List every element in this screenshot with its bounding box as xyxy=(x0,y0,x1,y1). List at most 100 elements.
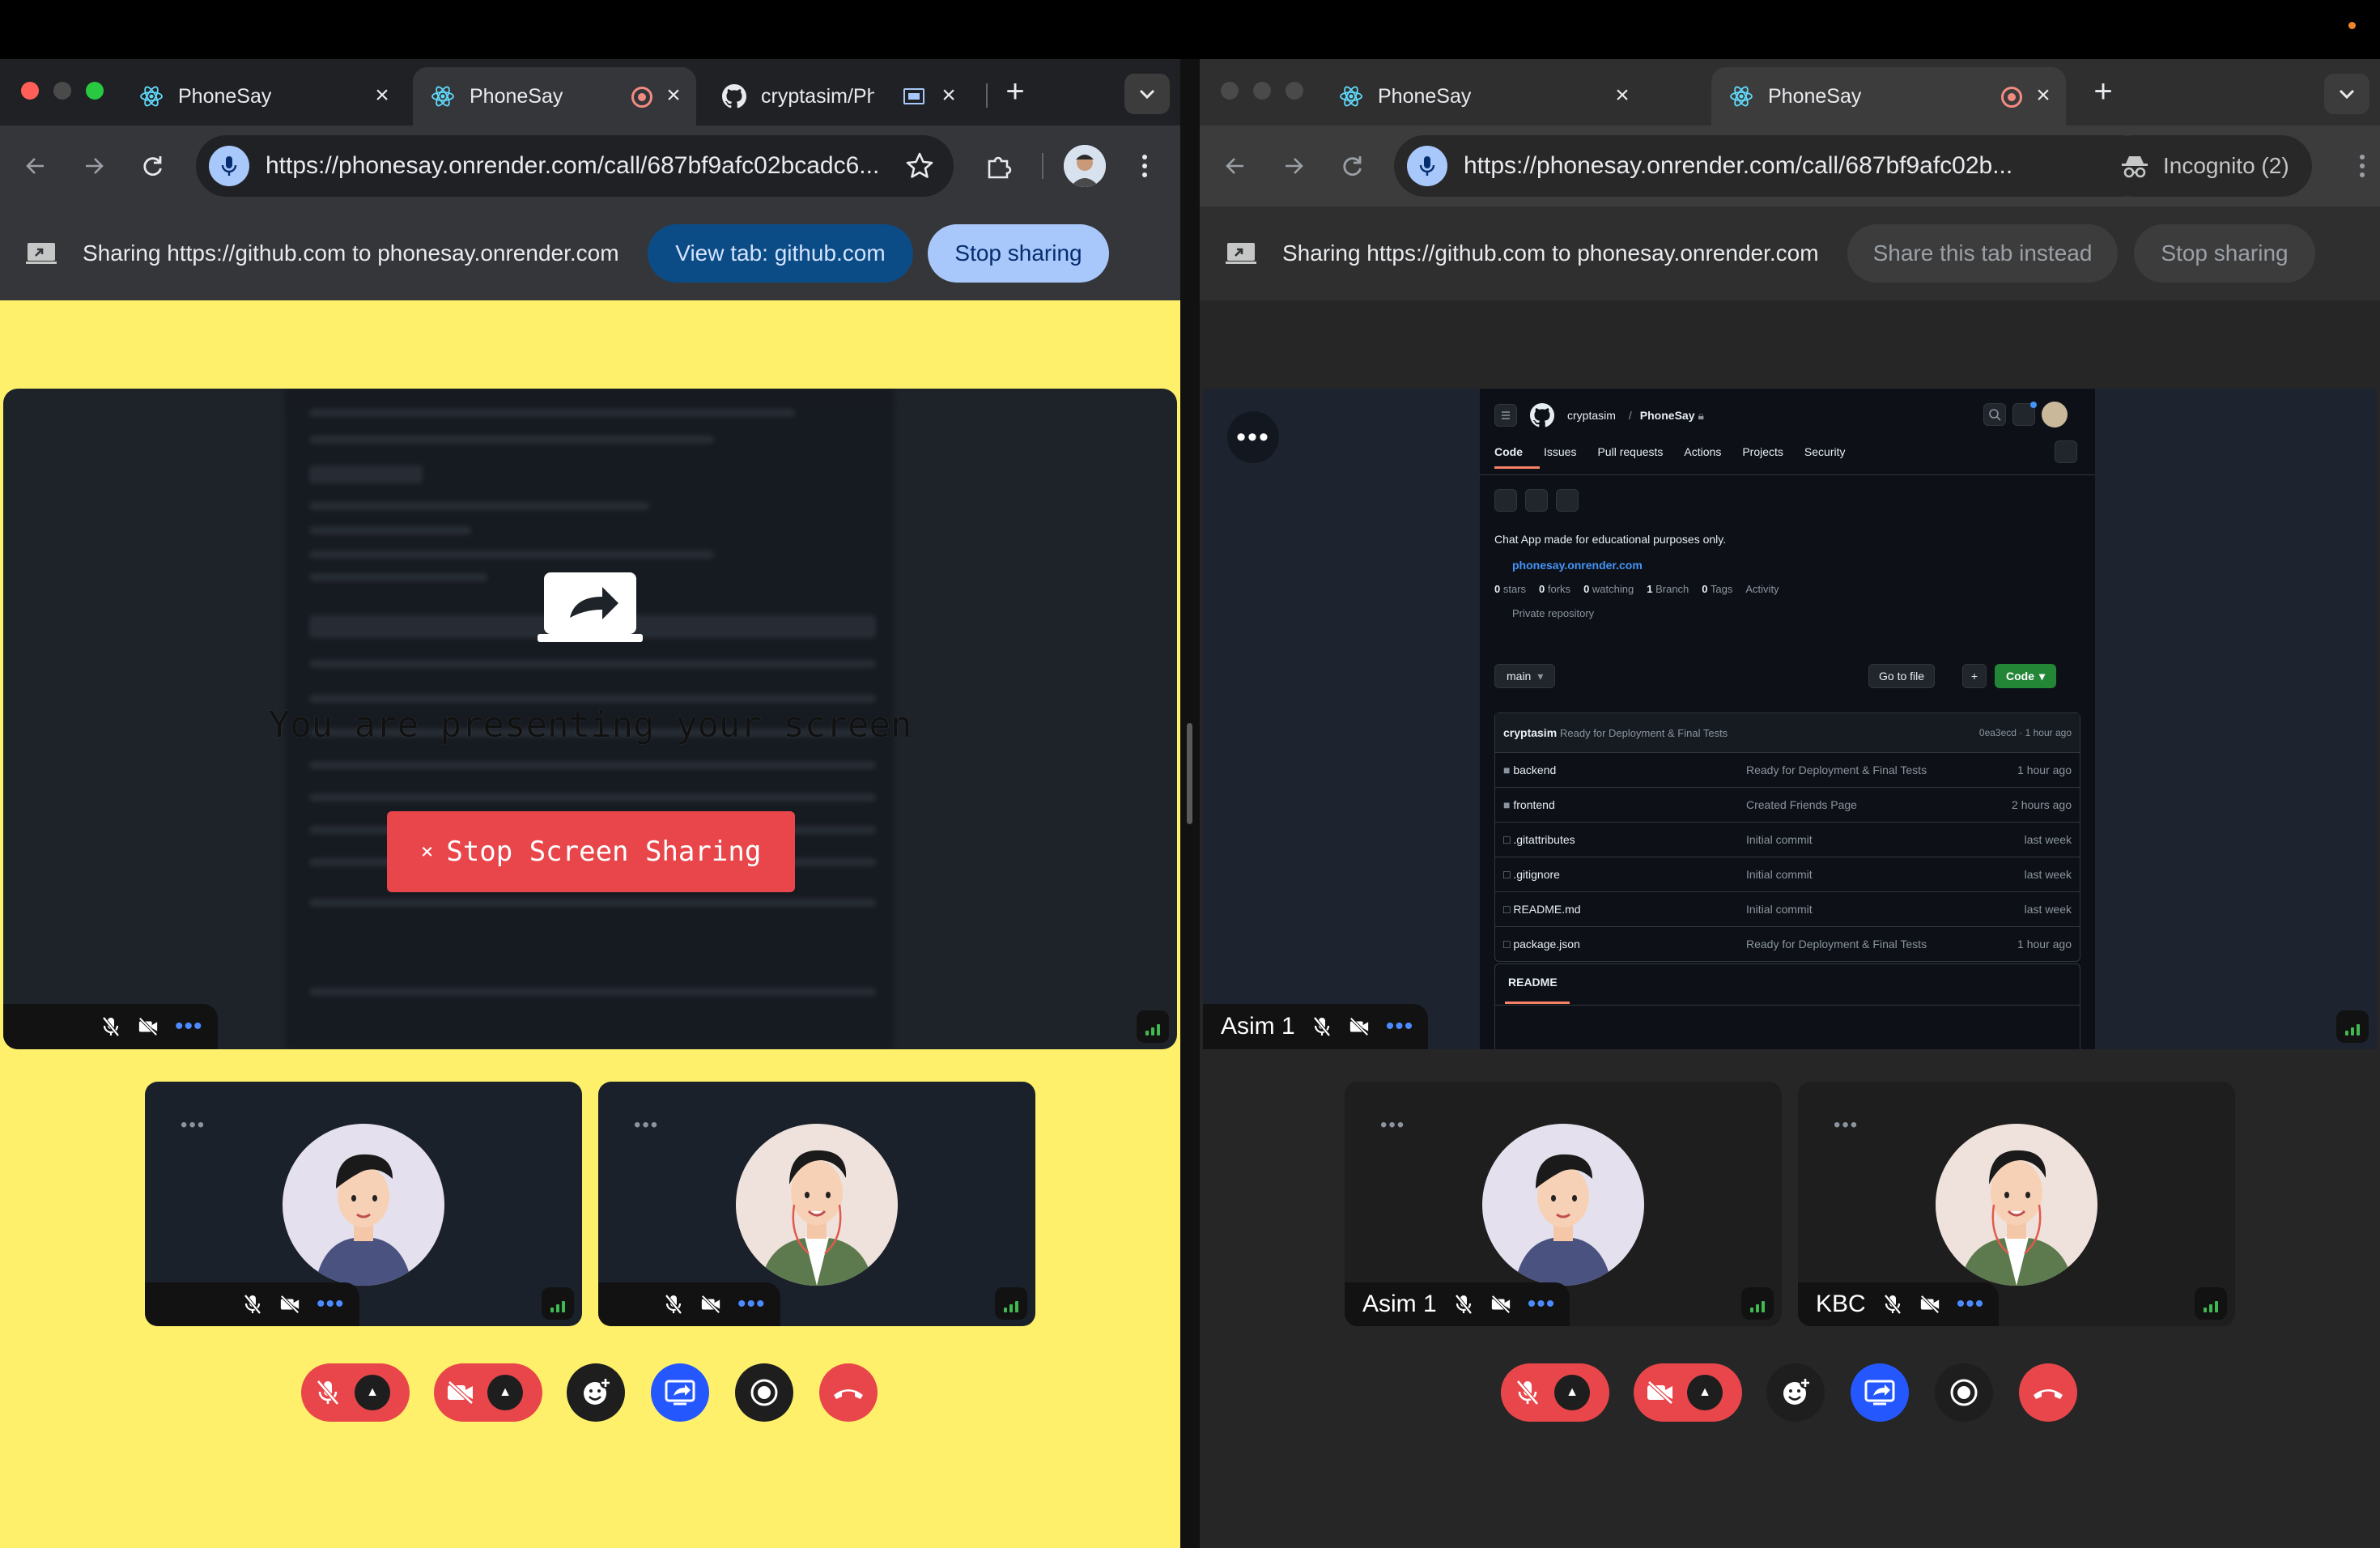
repo-nav: Code Issues Pull requests Actions Projec… xyxy=(1494,445,1845,458)
recording-indicator-dot xyxy=(2348,22,2356,29)
view-tab-button[interactable]: View tab: github.com xyxy=(648,224,913,283)
bookmark-star-icon[interactable] xyxy=(903,150,936,182)
private-repo-label: Private repository xyxy=(1512,607,1595,619)
close-tab-icon[interactable]: × xyxy=(937,83,960,108)
record-icon xyxy=(750,1379,778,1406)
back-button[interactable] xyxy=(1216,147,1255,185)
reload-button[interactable] xyxy=(1332,147,1371,185)
zoom-window-button[interactable] xyxy=(86,82,104,100)
chevron-up-icon[interactable]: ▲ xyxy=(487,1375,523,1410)
emoji-add-icon xyxy=(1783,1377,1811,1405)
tile-options-icon[interactable]: ••• xyxy=(1380,1114,1405,1137)
microphone-icon[interactable] xyxy=(209,146,249,186)
address-bar[interactable]: https://phonesay.onrender.com/call/687bf… xyxy=(196,135,954,197)
stop-screen-sharing-button[interactable]: × Stop Screen Sharing xyxy=(387,811,795,892)
puzzle-icon xyxy=(988,156,1012,179)
close-window-button[interactable] xyxy=(1221,82,1239,100)
presenting-message: You are presenting your screen xyxy=(268,704,912,746)
tile-options-icon[interactable]: ••• xyxy=(181,1114,206,1137)
zoom-window-button[interactable] xyxy=(1286,82,1303,100)
profile-avatar[interactable] xyxy=(1064,145,1106,187)
minimize-window-button[interactable] xyxy=(53,82,71,100)
chevron-up-icon[interactable]: ▲ xyxy=(355,1375,390,1410)
stop-sharing-button[interactable]: Stop sharing xyxy=(928,224,1109,283)
browser-toolbar: https://phonesay.onrender.com/call/687bf… xyxy=(1200,125,2380,206)
forward-button[interactable] xyxy=(1274,147,1313,185)
readme-label: README xyxy=(1508,976,1558,989)
forward-button[interactable] xyxy=(74,147,113,185)
new-tab-button[interactable]: + xyxy=(2085,75,2121,111)
reload-button[interactable] xyxy=(133,147,172,185)
tab-phonesay-2[interactable]: PhoneSay × xyxy=(413,67,696,125)
tab-search-button[interactable] xyxy=(2324,74,2369,114)
sharing-status-text: Sharing https://github.com to phonesay.o… xyxy=(83,240,619,266)
back-button[interactable] xyxy=(16,147,55,185)
more-options-icon[interactable]: ••• xyxy=(1386,1014,1414,1039)
end-call-button[interactable] xyxy=(819,1363,878,1422)
mic-off-icon xyxy=(242,1294,263,1315)
close-tab-icon[interactable]: × xyxy=(1611,83,1634,108)
close-tab-icon[interactable]: × xyxy=(662,83,685,108)
chevron-up-icon[interactable]: ▲ xyxy=(1554,1375,1590,1410)
record-button[interactable] xyxy=(1935,1363,1993,1422)
presenting-stage: You are presenting your screen × Stop Sc… xyxy=(3,389,1177,1049)
tab-phonesay-2[interactable]: PhoneSay × xyxy=(1711,67,2066,125)
close-tab-icon[interactable]: × xyxy=(2032,83,2055,108)
record-button[interactable] xyxy=(735,1363,793,1422)
mic-off-icon xyxy=(663,1294,684,1315)
toolbar-separator xyxy=(1042,153,1043,179)
minimize-window-button[interactable] xyxy=(1253,82,1271,100)
camera-toggle-button[interactable]: ▲ xyxy=(1634,1363,1742,1422)
close-tab-icon[interactable]: × xyxy=(371,83,393,108)
camera-off-icon xyxy=(1634,1363,1687,1422)
resize-handle[interactable] xyxy=(1187,723,1192,824)
participant-tile-kbc: ••• KBC ••• xyxy=(1798,1082,2235,1326)
share-screen-icon xyxy=(1226,241,1258,266)
recording-icon xyxy=(631,87,652,108)
github-icon xyxy=(722,84,746,108)
mic-toggle-button[interactable]: ▲ xyxy=(1501,1363,1609,1422)
participant-tile-asim: ••• Asim 1 ••• xyxy=(1345,1082,1782,1326)
repo-name: PhoneSay xyxy=(1639,409,1695,422)
camera-off-icon xyxy=(1490,1294,1511,1315)
stage-name-bar: ••• xyxy=(3,1004,218,1049)
chevron-down-icon xyxy=(2339,89,2355,100)
recording-icon xyxy=(2001,87,2022,108)
end-call-button[interactable] xyxy=(2019,1363,2077,1422)
more-options-icon[interactable]: ••• xyxy=(1528,1292,1556,1316)
chevron-up-icon[interactable]: ▲ xyxy=(1687,1375,1723,1410)
incognito-indicator[interactable]: Incognito (2) xyxy=(2103,135,2312,197)
tab-github[interactable]: cryptasim/PhoneSay × xyxy=(704,67,971,125)
screen-share-button[interactable] xyxy=(1851,1363,1909,1422)
tab-phonesay-1[interactable]: PhoneSay × xyxy=(121,67,405,125)
screen-share-button[interactable] xyxy=(651,1363,709,1422)
more-options-icon[interactable]: ••• xyxy=(737,1292,766,1316)
close-window-button[interactable] xyxy=(21,82,39,100)
url-text: https://phonesay.onrender.com/call/687bf… xyxy=(1464,152,2013,179)
microphone-icon[interactable] xyxy=(1407,146,1447,186)
new-tab-button[interactable]: + xyxy=(997,75,1033,111)
mic-toggle-button[interactable]: ▲ xyxy=(301,1363,410,1422)
chrome-menu-button[interactable] xyxy=(2343,147,2380,185)
tab-phonesay-1[interactable]: PhoneSay × xyxy=(1321,67,1645,125)
reactions-button[interactable] xyxy=(567,1363,625,1422)
split-view-divider[interactable] xyxy=(1180,59,1200,1548)
camera-off-icon xyxy=(138,1016,159,1037)
tile-options-icon[interactable]: ••• xyxy=(1834,1114,1859,1137)
reactions-button[interactable] xyxy=(1766,1363,1825,1422)
chrome-menu-button[interactable] xyxy=(1125,147,1164,185)
tile-options-icon[interactable]: ••• xyxy=(634,1114,659,1137)
more-options-icon[interactable]: ••• xyxy=(175,1014,203,1039)
tile-name-bar: KBC ••• xyxy=(1798,1282,2000,1326)
share-this-tab-instead-button[interactable]: Share this tab instead xyxy=(1847,224,2118,283)
extensions-button[interactable] xyxy=(980,147,1018,185)
address-bar[interactable]: https://phonesay.onrender.com/call/687bf… xyxy=(1394,135,2152,197)
more-options-icon[interactable]: ••• xyxy=(317,1292,345,1316)
tab-search-button[interactable] xyxy=(1124,74,1170,114)
stage-options-icon[interactable]: ••• xyxy=(1227,411,1279,463)
camera-off-icon xyxy=(279,1294,300,1315)
stop-sharing-button[interactable]: Stop sharing xyxy=(2134,224,2315,283)
more-options-icon[interactable]: ••• xyxy=(1957,1292,1985,1316)
picture-in-picture-icon xyxy=(903,88,924,104)
camera-toggle-button[interactable]: ▲ xyxy=(434,1363,542,1422)
